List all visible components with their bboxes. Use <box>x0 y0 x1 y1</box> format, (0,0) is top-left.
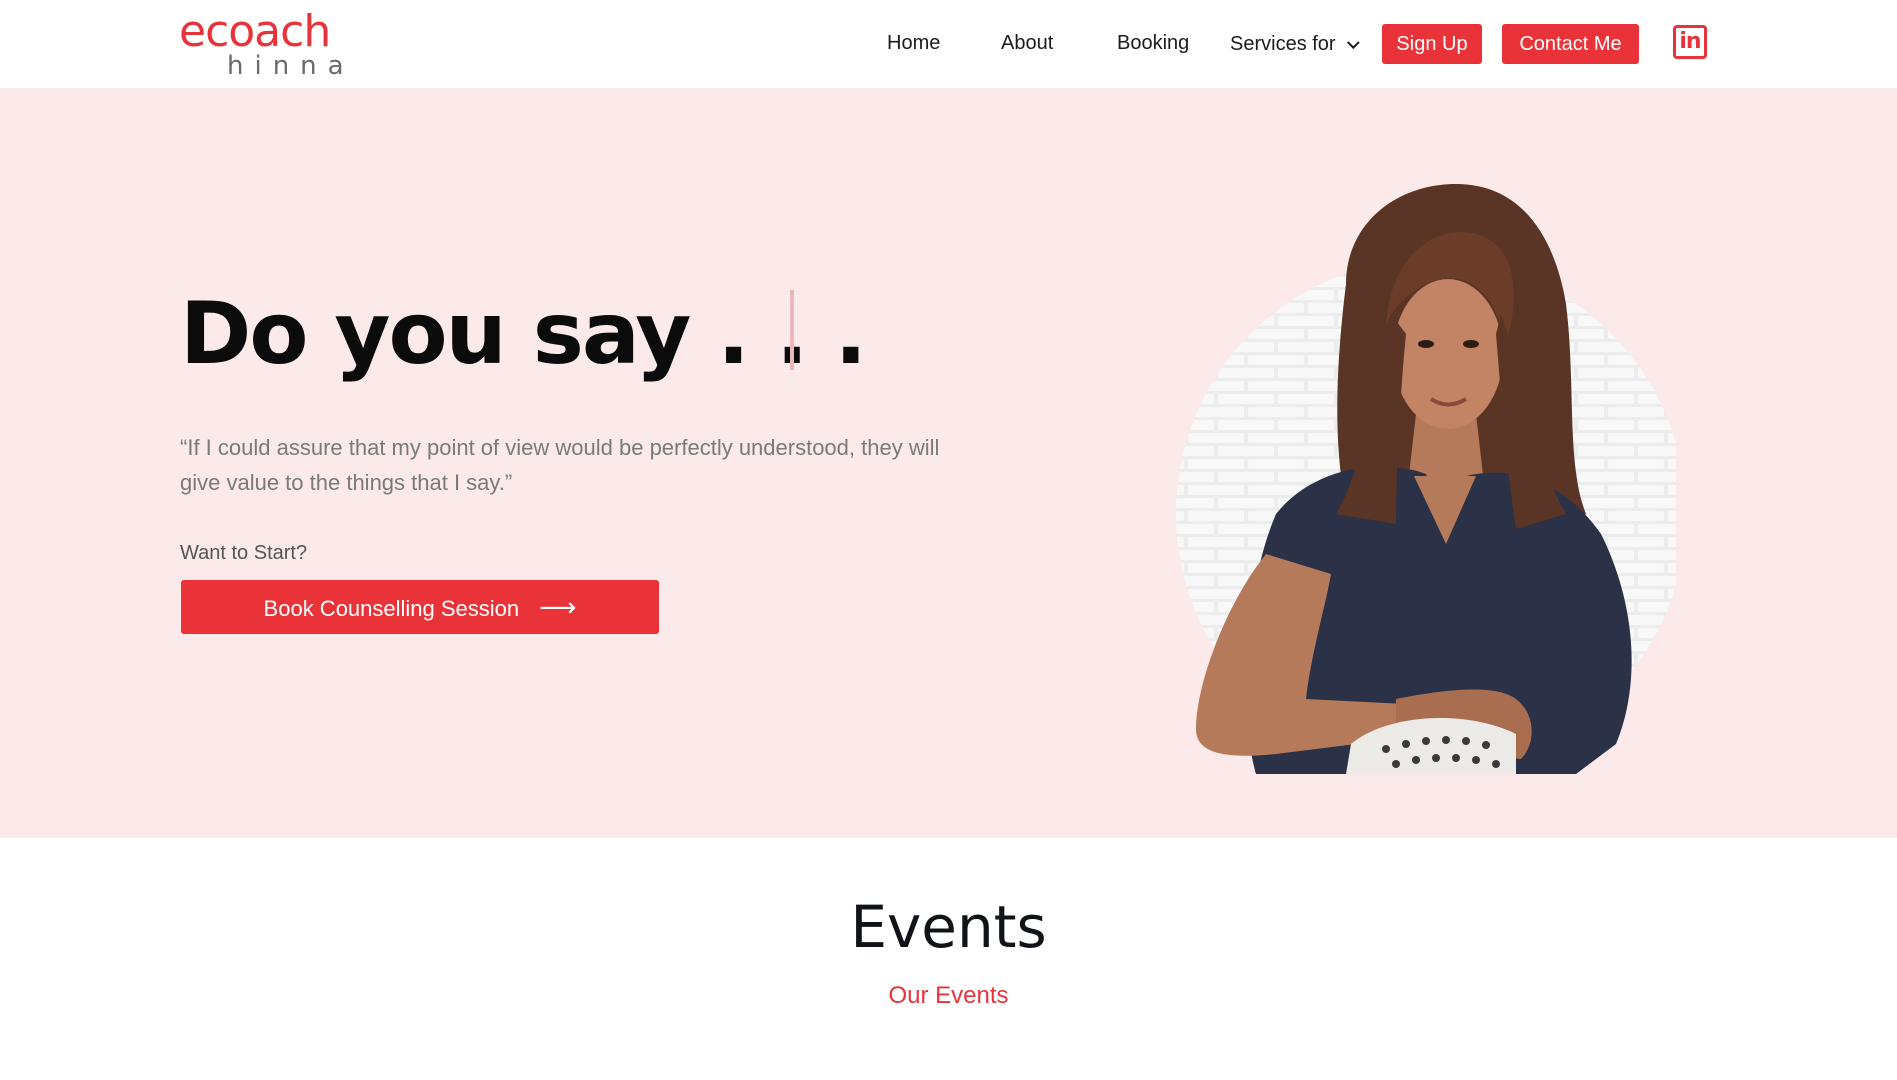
hero-prompt: Want to Start? <box>180 542 308 564</box>
book-session-button[interactable]: Book Counselling Session ⟶ <box>181 580 659 634</box>
hero-section: Do you say . . . “If I could assure that… <box>0 88 1897 838</box>
events-subtitle: Our Events <box>888 982 1009 1009</box>
hero-quote: “If I could assure that my point of view… <box>180 435 940 495</box>
typing-cursor <box>790 290 794 370</box>
events-title: Events <box>850 893 1047 961</box>
coach-portrait <box>1176 184 1676 774</box>
nav-services-dropdown[interactable]: Services for <box>1230 32 1360 56</box>
site-header: ecoach hinna Home About Booking Services… <box>0 0 1897 88</box>
book-session-label: Book Counselling Session <box>263 596 520 621</box>
nav-home[interactable]: Home <box>887 31 940 55</box>
linkedin-icon[interactable]: in <box>1673 25 1707 59</box>
nav-about[interactable]: About <box>1001 31 1053 55</box>
nav-booking[interactable]: Booking <box>1117 31 1189 55</box>
main-nav: Home About Booking Services for Sign Up … <box>0 0 1897 88</box>
chevron-down-icon <box>1346 36 1360 50</box>
arrow-right-icon: ⟶ <box>539 592 577 622</box>
hero-title: Do you say . . . <box>180 284 867 384</box>
nav-services-label: Services for <box>1230 33 1336 55</box>
signup-button[interactable]: Sign Up <box>1382 24 1482 64</box>
contact-button[interactable]: Contact Me <box>1502 24 1639 64</box>
